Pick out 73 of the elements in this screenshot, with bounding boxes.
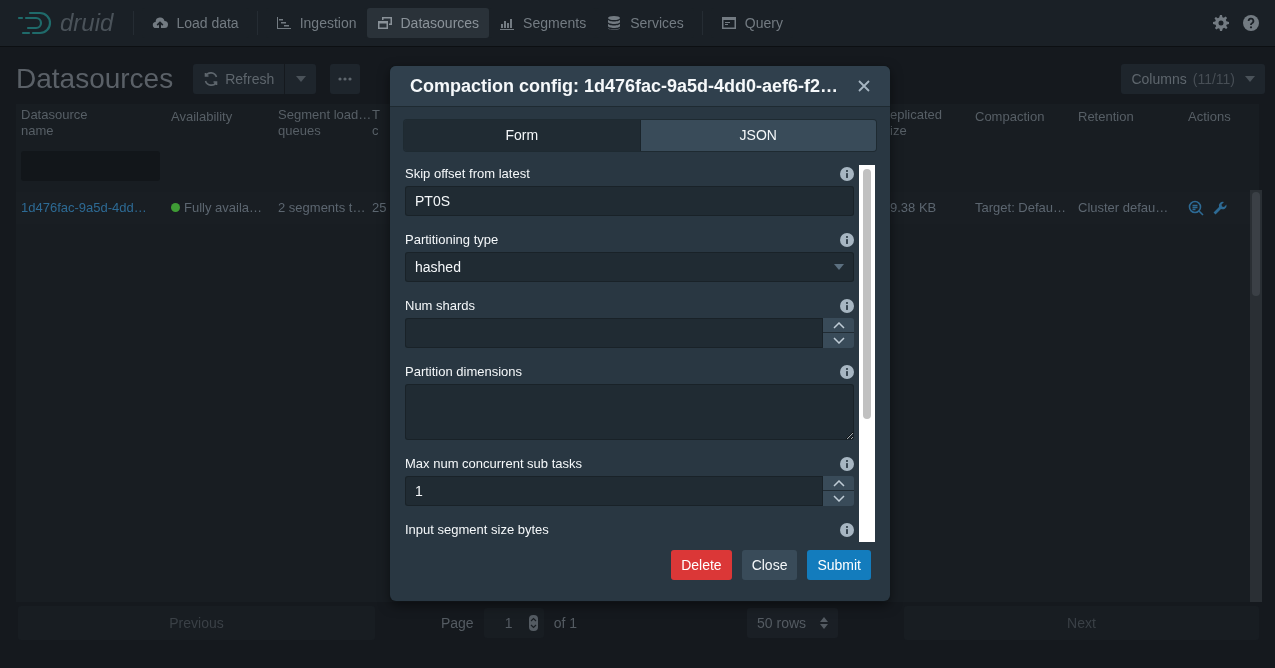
stacked-windows-icon: [376, 15, 393, 31]
refresh-button[interactable]: Refresh: [193, 64, 285, 94]
page-title: Datasources: [16, 62, 174, 96]
page-label: Page: [440, 613, 474, 633]
view-tab[interactable]: Form: [404, 120, 640, 151]
info-icon: [840, 233, 854, 247]
console-window-icon: [720, 15, 737, 31]
dialog-button[interactable]: Submit: [807, 550, 871, 580]
increment-button[interactable]: [823, 476, 854, 491]
table-cell: Cluster defau…: [1078, 199, 1169, 215]
caret-icon: [834, 264, 844, 270]
page-count: of 1: [553, 613, 577, 633]
field-label: Skip offset from latest: [405, 166, 530, 182]
help-icon[interactable]: [1243, 15, 1259, 31]
info-icon: [840, 523, 854, 537]
field-label: Partitioning type: [405, 232, 499, 248]
info-icon: [840, 457, 854, 471]
info-icon: [840, 365, 854, 379]
table-cell: 2 segments t…: [278, 199, 366, 215]
column-header[interactable]: Datasource name: [21, 107, 88, 139]
datasource-link[interactable]: 1d476fac-9a5d-4dd…: [21, 199, 147, 215]
page-number-field[interactable]: 1: [483, 608, 544, 638]
info-icon: [840, 299, 854, 313]
column-header[interactable]: Actions: [1188, 109, 1231, 125]
scrollbar[interactable]: [859, 165, 875, 542]
refresh-dropdown-button[interactable]: [285, 64, 317, 94]
refresh-icon: [203, 71, 220, 87]
column-header[interactable]: T c: [372, 107, 380, 139]
select-field[interactable]: hashed: [405, 252, 854, 282]
increment-button[interactable]: [823, 318, 854, 333]
gantt-chart-icon: [275, 15, 292, 31]
column-header[interactable]: Segment load… queues: [278, 107, 372, 139]
caret-icon: [1245, 76, 1255, 82]
dialog-button[interactable]: Delete: [671, 550, 732, 580]
settings-icon[interactable]: [1213, 15, 1229, 31]
chevron-up-icon: [832, 479, 845, 487]
number-field[interactable]: 1: [405, 476, 823, 506]
chevron-down-icon: [832, 337, 845, 344]
caret-icon: [295, 76, 306, 82]
rows-select[interactable]: 50 rows: [747, 608, 839, 638]
field-label: Max num concurrent sub tasks: [405, 456, 583, 472]
chevron-up-icon: [832, 321, 845, 329]
database-icon: [606, 15, 623, 31]
number-field[interactable]: [405, 318, 823, 348]
table-cell: 25: [372, 199, 387, 215]
dialog-button[interactable]: Close: [741, 550, 798, 580]
scrollbar[interactable]: [1250, 190, 1262, 602]
column-header[interactable]: Compaction: [975, 109, 1045, 125]
dialog-title: Compaction config: 1d476fac-9a5d-4dd0-aef6-f2…: [410, 74, 840, 98]
more-button[interactable]: [330, 64, 361, 94]
table-cell: 9.38 KB: [890, 199, 937, 215]
table-cell: Target: Defau…: [975, 199, 1067, 215]
column-header[interactable]: eplicated ize: [890, 107, 943, 139]
sort-caret-icon: [820, 617, 829, 629]
view-tab[interactable]: JSON: [639, 120, 876, 151]
field-label: Input segment size bytes: [405, 522, 549, 538]
column-header[interactable]: Availability: [171, 109, 233, 125]
field-label: Num shards: [405, 298, 476, 314]
more-icon: [338, 77, 353, 81]
chevron-down-icon: [832, 495, 845, 502]
close-icon[interactable]: [858, 80, 870, 92]
cloud-upload-icon: [152, 15, 169, 31]
wrench-icon[interactable]: [1212, 199, 1228, 216]
table-cell-text: Fully availa…: [184, 198, 263, 217]
info-icon: [840, 167, 854, 181]
search-list-icon[interactable]: [1188, 199, 1204, 216]
spinner-icon: [528, 615, 538, 631]
text-field[interactable]: PT0S: [405, 186, 854, 216]
decrement-button[interactable]: [823, 491, 854, 506]
column-header[interactable]: Retention: [1078, 109, 1134, 125]
field-label: Partition dimensions: [405, 364, 523, 380]
decrement-button[interactable]: [823, 333, 854, 348]
nav-tab[interactable]: Datasources: [366, 8, 490, 38]
